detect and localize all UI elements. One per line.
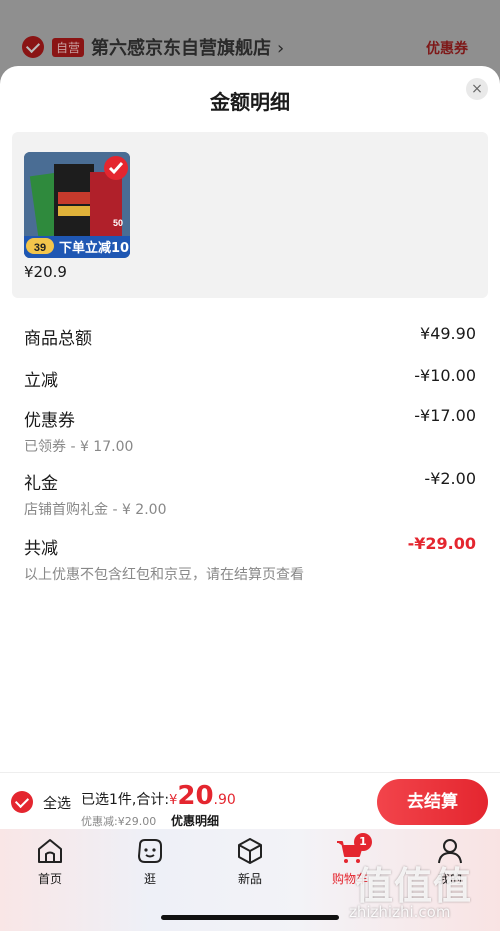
- watermark-url: zhizhizhi.com: [349, 903, 451, 921]
- select-all-checkbox[interactable]: [11, 791, 33, 813]
- row-sub: 以上优惠不包含红包和京豆，请在结算页查看: [24, 567, 304, 583]
- chevron-right-icon: ›: [277, 38, 285, 59]
- count-badge-text: 50: [113, 218, 123, 228]
- select-all-label[interactable]: 全选: [43, 793, 71, 813]
- total-integer: 20: [177, 781, 214, 811]
- watermark-logo: 值值值: [355, 864, 473, 908]
- product-card: 39 下单立减10 50 ¥20.9: [12, 132, 488, 298]
- close-icon[interactable]: ×: [466, 78, 488, 100]
- tab-new[interactable]: 新品: [220, 835, 280, 887]
- discount-detail-link[interactable]: 优惠明细: [171, 812, 219, 829]
- product-price: ¥20.9: [24, 263, 67, 281]
- amount-detail-sheet: 金额明细 × 39 下单立减10 50 ¥20.9 商品总额 ¥49.90 立减…: [0, 66, 500, 772]
- product-image-art: 39 下单立减10 50: [24, 152, 130, 258]
- row-label: 礼金: [24, 474, 58, 494]
- row-sub: 店铺首购礼金 - ¥ 2.00: [24, 502, 167, 518]
- row-label: 优惠券: [24, 411, 75, 431]
- checkout-button[interactable]: 去结算: [377, 779, 488, 825]
- product-image[interactable]: 39 下单立减10 50: [24, 152, 130, 258]
- cube-icon: [238, 838, 262, 864]
- row-value: -¥10.00: [414, 366, 476, 385]
- row-label: 立减: [24, 371, 58, 391]
- total-summary: 已选1件,合计:¥20.90: [81, 781, 236, 811]
- self-operated-tag: 自营: [52, 37, 85, 57]
- row-value: ¥49.90: [420, 324, 476, 343]
- total-decimal: .90: [213, 792, 236, 808]
- store-name: 第六感京东自营旗舰店 ›: [91, 38, 285, 59]
- tab-home[interactable]: 首页: [20, 835, 80, 887]
- tab-label: 新品: [237, 872, 262, 886]
- row-label: 商品总额: [24, 329, 92, 349]
- tab-browse[interactable]: 逛: [120, 835, 180, 887]
- row-value: -¥2.00: [424, 469, 476, 488]
- row-value: -¥17.00: [414, 406, 476, 425]
- sheet-title: 金额明细: [210, 90, 290, 114]
- tab-label: 逛: [143, 872, 156, 886]
- discount-amount: 优惠减:¥29.00: [81, 815, 157, 828]
- store-row: 自营 第六感京东自营旗舰店 ›: [22, 34, 284, 60]
- cart-count-badge: 1: [354, 833, 372, 851]
- store-checkbox: [22, 36, 44, 58]
- row-value: -¥29.00: [407, 534, 476, 553]
- home-indicator: [161, 915, 339, 920]
- tab-label: 首页: [37, 872, 62, 886]
- face-icon: [137, 839, 162, 863]
- row-sub: 已领券 - ¥ 17.00: [24, 439, 134, 455]
- home-icon: [38, 839, 62, 863]
- checkout-bar: 全选 已选1件,合计:¥20.90 优惠减:¥29.00 优惠明细 去结算: [0, 772, 500, 829]
- coupon-link: 优惠券: [426, 41, 468, 57]
- price-badge-text: 39: [34, 242, 46, 254]
- row-label: 共减: [24, 539, 58, 559]
- promo-text: 下单立减10: [59, 240, 129, 256]
- summary-prefix: 已选1件,合计:: [81, 792, 170, 808]
